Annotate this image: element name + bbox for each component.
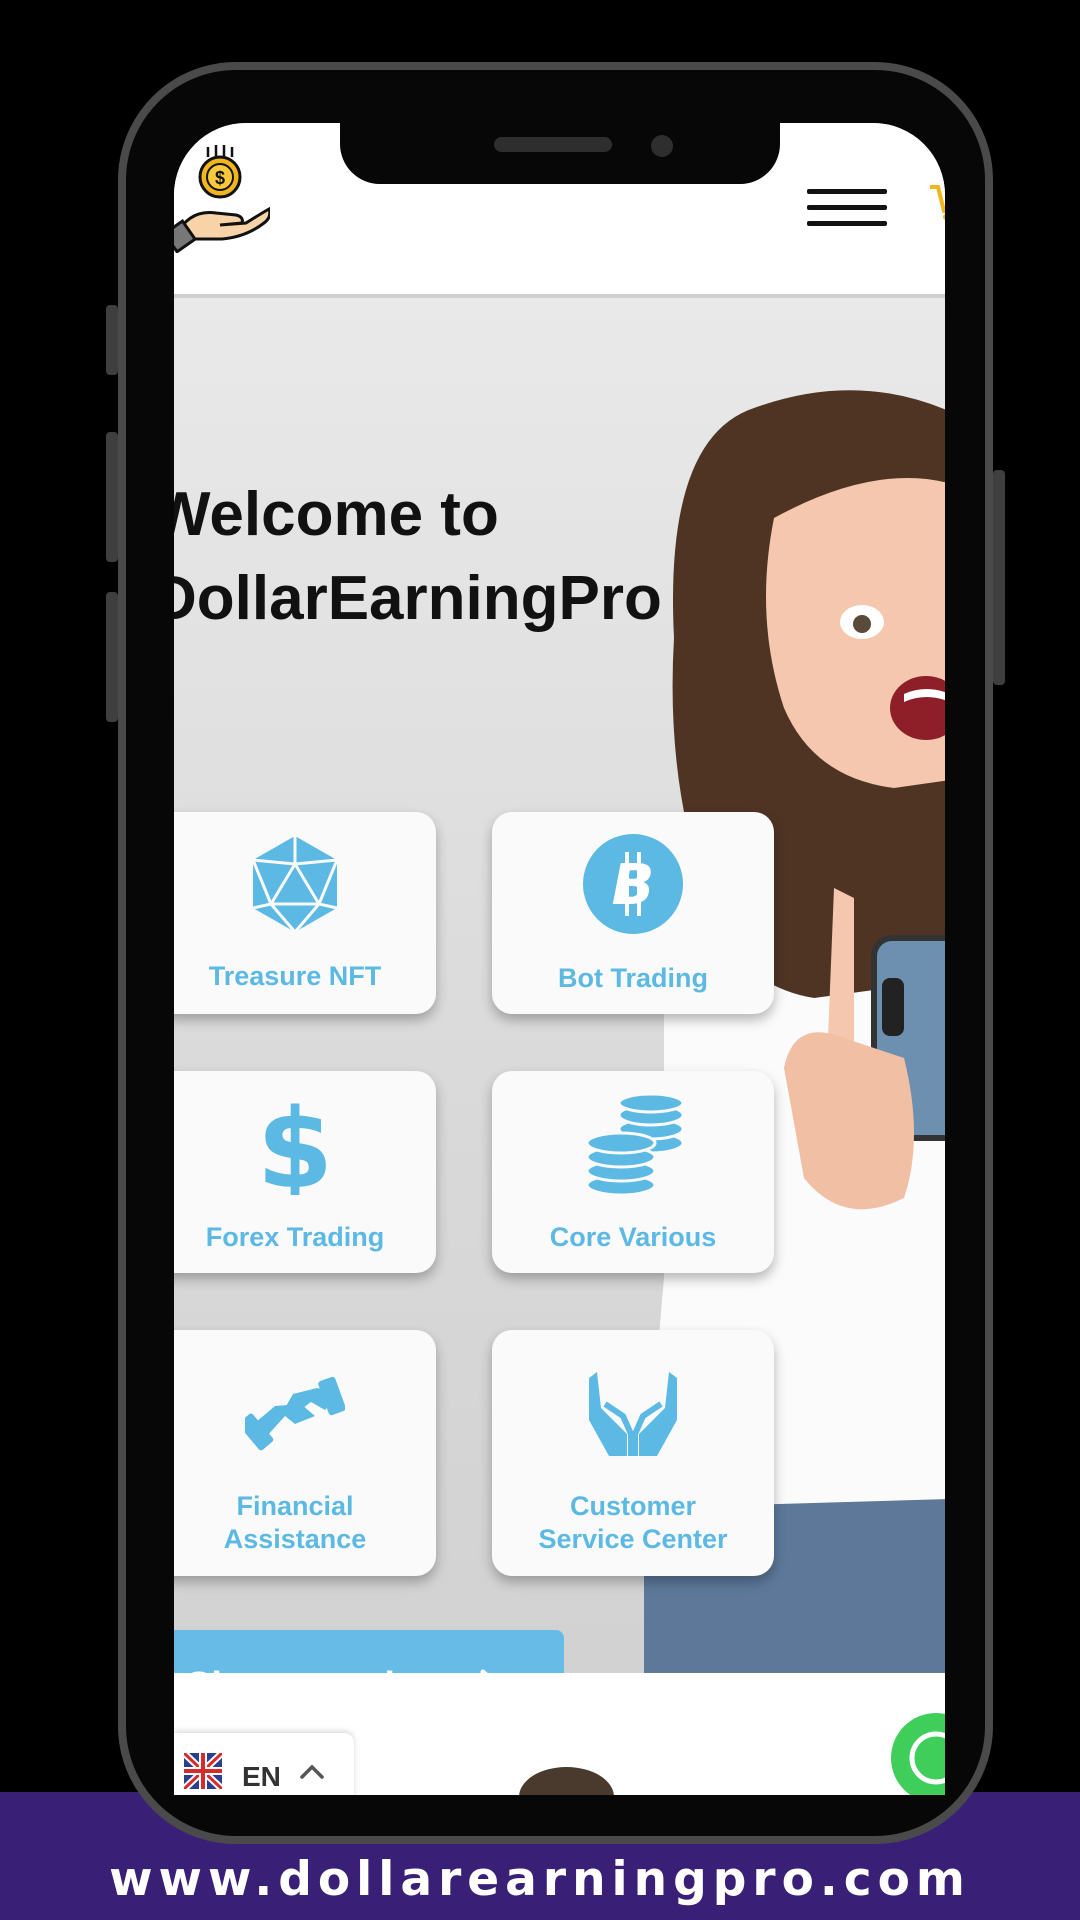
phone-notch — [340, 123, 780, 184]
cart-icon[interactable] — [928, 181, 945, 221]
feature-label: Core Various — [549, 1222, 717, 1252]
chevron-right-icon — [480, 1669, 488, 1673]
svg-text:$: $ — [257, 1095, 334, 1195]
feature-card-customer-service-center[interactable]: Customer Service Center — [492, 1330, 774, 1576]
feature-card-bot-trading[interactable]: B Bot Trading — [492, 812, 774, 1014]
website-url: www.dollarearningpro.com — [109, 1852, 971, 1907]
dollar-sign-icon: $ — [257, 1095, 334, 1195]
feature-card-core-various[interactable]: Core Various — [492, 1071, 774, 1273]
hero-section: Welcome to DollarEarningPro Treasure NFT … — [174, 298, 945, 1673]
handshake-icon — [245, 1376, 345, 1451]
feature-label: Treasure NFT — [208, 961, 382, 991]
phone-power-button — [993, 470, 1005, 685]
next-section: EN — [174, 1673, 945, 1795]
feature-card-financial-assistance[interactable]: Financial Assistance — [174, 1330, 436, 1576]
feature-card-forex-trading[interactable]: $ Forex Trading — [174, 1071, 436, 1273]
feature-card-treasure-nft[interactable]: Treasure NFT — [174, 812, 436, 1014]
open-hands-icon — [589, 1372, 677, 1456]
svg-text:B: B — [612, 853, 655, 918]
d20-polyhedron-icon — [251, 836, 339, 933]
phone-volume-up — [106, 432, 118, 562]
phone-screen: $ Welcome to DollarEarningPro Treasure N… — [174, 123, 945, 1795]
hand-coin-logo[interactable]: $ — [174, 143, 270, 253]
phone-speaker — [494, 137, 612, 152]
feature-label: Financial Assistance — [223, 1491, 367, 1554]
feature-label: Customer Service Center — [538, 1491, 728, 1554]
phone-volume-down — [106, 592, 118, 722]
sign-up-label: Sign up today — [186, 1662, 437, 1673]
person-head-image — [519, 1767, 614, 1795]
chevron-up-icon — [300, 1764, 324, 1779]
feature-label: Bot Trading — [558, 963, 708, 993]
phone-silent-switch — [106, 305, 118, 375]
language-selector[interactable]: EN — [174, 1733, 354, 1795]
phone-camera — [651, 135, 673, 157]
hero-title: Welcome to DollarEarningPro — [174, 480, 662, 633]
sign-up-button[interactable]: Sign up today — [174, 1630, 564, 1673]
bitcoin-icon: B — [583, 834, 683, 934]
whatsapp-chat-button[interactable] — [891, 1713, 945, 1795]
uk-flag-icon — [184, 1753, 222, 1789]
hamburger-menu-button[interactable] — [807, 189, 887, 229]
svg-text:$: $ — [215, 168, 225, 188]
language-code: EN — [242, 1761, 281, 1792]
coin-stack-icon — [585, 1095, 685, 1195]
whatsapp-icon — [909, 1731, 945, 1785]
feature-label: Forex Trading — [205, 1222, 385, 1252]
